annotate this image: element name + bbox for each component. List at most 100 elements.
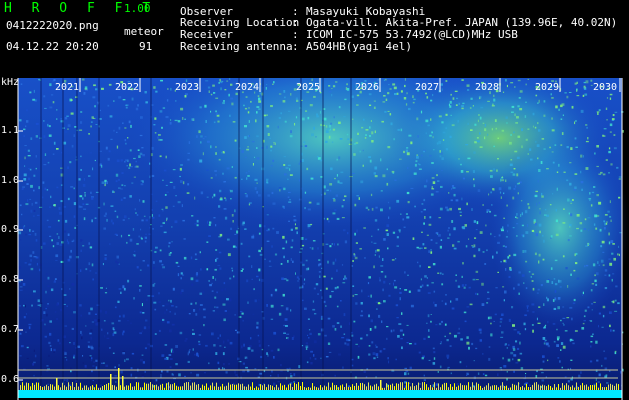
noise-pixel: [282, 100, 286, 103]
noise-pixel: [374, 219, 378, 222]
noise-pixel: [22, 283, 26, 286]
noise-pixel: [465, 284, 467, 286]
noise-pixel: [388, 360, 390, 364]
y-tick-label: 1.1: [1, 125, 20, 136]
noise-pixel: [513, 168, 516, 170]
noise-pixel: [305, 267, 309, 271]
noise-pixel: [435, 324, 438, 326]
noise-pixel: [497, 137, 499, 139]
noise-pixel: [163, 169, 167, 172]
noise-pixel: [73, 187, 75, 190]
meteor-echo-mark: [138, 382, 139, 390]
noise-pixel: [242, 319, 244, 322]
noise-pixel: [444, 335, 446, 338]
noise-pixel: [461, 107, 464, 110]
noise-pixel: [235, 329, 237, 331]
noise-pixel: [43, 120, 45, 122]
noise-pixel: [368, 276, 371, 279]
noise-pixel: [445, 113, 448, 116]
noise-pixel: [451, 307, 455, 310]
meteor-echo-mark: [290, 383, 291, 390]
noise-pixel: [46, 365, 49, 367]
noise-pixel: [115, 260, 118, 263]
meteor-echo-mark: [436, 387, 437, 390]
noise-pixel: [254, 187, 257, 190]
noise-pixel: [272, 202, 276, 205]
noise-pixel: [473, 220, 476, 223]
noise-pixel: [49, 332, 52, 336]
noise-pixel: [513, 131, 515, 134]
noise-pixel: [394, 93, 397, 96]
noise-pixel: [567, 198, 570, 202]
noise-pixel: [308, 329, 311, 331]
noise-pixel: [53, 204, 56, 206]
noise-pixel: [43, 164, 47, 166]
noise-pixel: [73, 354, 76, 357]
noise-pixel: [498, 234, 501, 237]
noise-pixel: [64, 325, 68, 327]
noise-pixel: [120, 370, 123, 374]
noise-pixel: [402, 333, 405, 336]
noise-pixel: [393, 138, 395, 141]
noise-pixel: [385, 229, 389, 232]
meteor-echo-mark: [486, 385, 487, 390]
noise-pixel: [155, 90, 158, 93]
noise-pixel: [616, 166, 619, 169]
noise-pixel: [103, 202, 105, 206]
noise-pixel: [18, 266, 21, 269]
noise-pixel: [23, 304, 25, 307]
time-tick-label: 2027: [415, 82, 440, 93]
noise-pixel: [374, 254, 376, 256]
noise-pixel: [557, 297, 561, 300]
noise-pixel: [478, 248, 481, 252]
noise-pixel: [569, 306, 573, 309]
noise-pixel: [50, 195, 52, 199]
noise-pixel: [584, 309, 587, 312]
noise-pixel: [219, 189, 222, 193]
noise-pixel: [404, 372, 407, 376]
noise-pixel: [219, 345, 222, 347]
noise-pixel: [485, 224, 487, 227]
noise-pixel: [518, 97, 521, 99]
noise-pixel: [400, 128, 403, 132]
noise-pixel: [380, 208, 383, 212]
noise-pixel: [91, 196, 94, 200]
noise-pixel: [67, 166, 70, 169]
noise-pixel: [227, 339, 230, 342]
noise-pixel: [46, 305, 49, 307]
noise-pixel: [439, 155, 442, 158]
noise-pixel: [312, 240, 316, 242]
meteor-echo-mark: [604, 387, 605, 390]
noise-pixel: [493, 214, 497, 217]
noise-pixel: [611, 252, 614, 255]
noise-pixel: [67, 258, 71, 262]
noise-pixel: [544, 325, 546, 328]
noise-pixel: [280, 112, 282, 115]
noise-pixel: [47, 368, 50, 370]
noise-pixel: [453, 193, 456, 197]
meteor-echo-mark: [548, 384, 549, 390]
noise-pixel: [541, 372, 544, 374]
noise-pixel: [396, 245, 399, 247]
noise-pixel: [551, 129, 555, 132]
noise-pixel: [480, 106, 484, 109]
noise-pixel: [495, 127, 497, 130]
noise-pixel: [247, 301, 249, 304]
noise-pixel: [130, 166, 133, 168]
noise-pixel: [466, 341, 470, 345]
noise-pixel: [125, 104, 128, 106]
noise-pixel: [42, 196, 44, 199]
noise-pixel: [399, 329, 403, 332]
meteor-echo-mark: [550, 386, 551, 390]
noise-pixel: [283, 331, 286, 333]
meteor-echo-mark: [340, 385, 341, 390]
noise-pixel: [161, 370, 163, 373]
noise-pixel: [560, 342, 564, 345]
meteor-echo-mark: [258, 387, 259, 390]
noise-pixel: [542, 234, 544, 237]
noise-pixel: [311, 78, 313, 82]
noise-pixel: [604, 287, 608, 290]
noise-pixel: [515, 122, 518, 124]
noise-pixel: [30, 267, 34, 271]
noise-pixel: [430, 249, 432, 251]
